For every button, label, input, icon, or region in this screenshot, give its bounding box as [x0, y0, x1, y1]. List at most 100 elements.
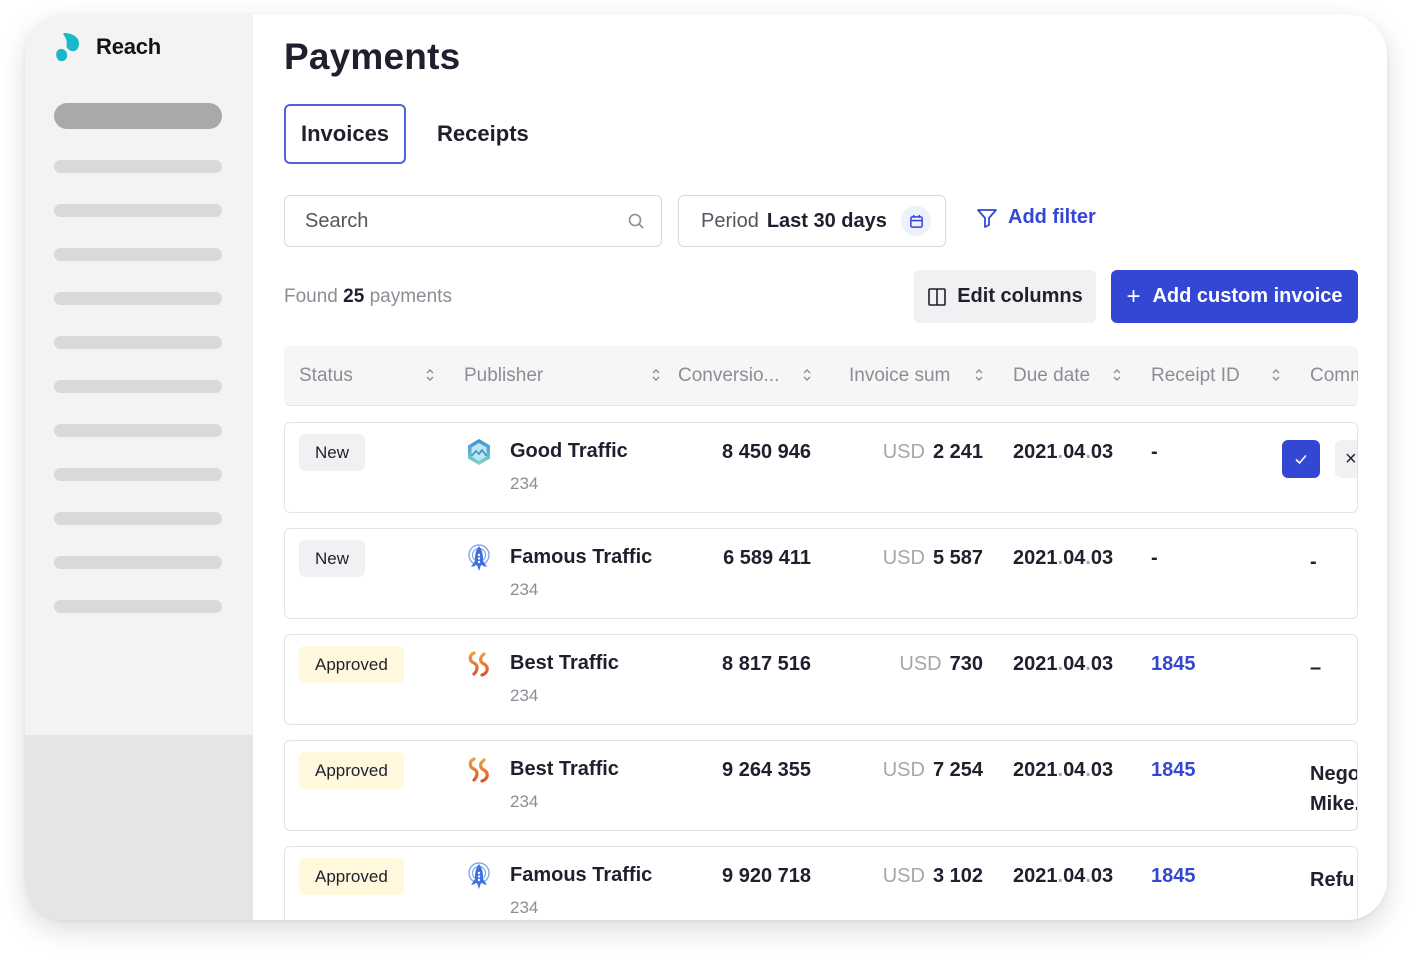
calendar-button[interactable] [901, 206, 931, 236]
sort-icon[interactable] [1111, 367, 1123, 383]
column-header-invoice-sum[interactable]: Invoice sum [849, 346, 950, 405]
sidebar-footer [25, 735, 253, 920]
search-input[interactable] [305, 209, 627, 233]
currency: USD [882, 547, 925, 569]
sort-icon[interactable] [1270, 367, 1282, 383]
due-month: 04 [1063, 759, 1086, 781]
comment: - [1310, 551, 1317, 573]
sort-icon[interactable] [424, 367, 436, 383]
sidebar-item[interactable] [54, 380, 222, 393]
table-row[interactable]: Approved Best Traffic 234 8 817 516 USD 7… [284, 634, 1358, 725]
sidebar-item[interactable] [54, 292, 222, 305]
due-year: 2021 [1013, 759, 1058, 781]
sidebar-item[interactable] [54, 204, 222, 217]
due-year: 2021 [1013, 547, 1058, 569]
receipt-id-link[interactable]: 1845 [1151, 865, 1196, 888]
invoice-sum: USD 2 241 [883, 441, 983, 464]
due-date: 2021.04.03 [1013, 441, 1114, 463]
comment-line-1: Nego [1310, 763, 1358, 785]
mountain-hexagon-icon [468, 439, 490, 465]
found-suffix: payments [369, 286, 452, 307]
search-field[interactable] [284, 195, 662, 247]
due-year: 2021 [1013, 653, 1058, 675]
check-icon [1295, 454, 1307, 465]
table-row[interactable]: Approved Famous Traffic 234 9 920 718 US… [284, 846, 1358, 920]
publisher-id: 234 [510, 474, 539, 493]
sidebar-item[interactable] [54, 512, 222, 525]
logo[interactable]: Reach [54, 31, 161, 63]
amount: 5 587 [932, 547, 983, 569]
due-date: 2021.04.03 [1013, 865, 1114, 887]
approve-button[interactable] [1282, 440, 1320, 478]
tab-bar: Invoices Receipts [284, 104, 546, 164]
due-day: 03 [1090, 759, 1114, 781]
sidebar-item[interactable] [54, 248, 222, 261]
currency: USD [882, 759, 925, 781]
tab-receipts[interactable]: Receipts [420, 104, 546, 164]
sidebar-item[interactable] [54, 600, 222, 613]
sidebar-item[interactable] [54, 468, 222, 481]
sidebar-item[interactable] [54, 160, 222, 173]
conversions-value: 8 817 516 [722, 653, 811, 675]
sort-icon[interactable] [650, 367, 662, 383]
conversions-value: 9 264 355 [722, 759, 811, 781]
column-header-comment[interactable]: Comm [1310, 346, 1358, 405]
sort-icon[interactable] [973, 367, 985, 383]
tab-invoices[interactable]: Invoices [284, 104, 407, 164]
table-row[interactable]: Approved Best Traffic 234 9 264 355 USD 7… [284, 740, 1358, 831]
comment: Refu [1310, 869, 1355, 891]
sidebar: Reach [25, 14, 253, 920]
column-header-conversions[interactable]: Conversio... [678, 346, 779, 405]
amount: 7 254 [932, 759, 983, 781]
publisher-id: 234 [510, 792, 539, 811]
found-count: 25 [343, 286, 365, 307]
app-window: Reach Payments Invoices Receipts Period [25, 14, 1387, 920]
column-header-receipt-id[interactable]: Receipt ID [1151, 346, 1240, 405]
reject-button[interactable]: × [1335, 440, 1357, 478]
add-custom-invoice-button[interactable]: + Add custom invoice [1111, 270, 1358, 323]
invoice-sum: USD 7 254 [883, 759, 983, 782]
invoice-sum: USD 3 102 [883, 865, 983, 888]
add-filter-label: Add filter [1008, 206, 1096, 228]
sort-icon[interactable] [801, 367, 813, 383]
publisher-id: 234 [510, 898, 539, 917]
due-day: 03 [1090, 865, 1114, 887]
conversions-value: 9 920 718 [722, 865, 811, 887]
column-header-publisher[interactable]: Publisher [464, 346, 543, 405]
add-filter-button[interactable]: Add filter [976, 206, 1096, 229]
publisher-name[interactable]: Famous Traffic [510, 546, 652, 569]
sidebar-item[interactable] [54, 424, 222, 437]
due-month: 04 [1063, 653, 1086, 675]
publisher-name[interactable]: Good Traffic [510, 440, 628, 463]
publisher-name[interactable]: Best Traffic [510, 758, 619, 781]
filter-icon [977, 208, 997, 228]
table-row[interactable]: New Good Traffic 234 8 450 946 USD 2 241 … [284, 422, 1358, 513]
table-row[interactable]: New Famous Traffic 234 6 589 411 USD 5 58… [284, 528, 1358, 619]
amount: 3 102 [932, 865, 983, 887]
invoice-sum: USD 5 587 [883, 547, 983, 570]
table-header: Status Publisher Conversio... Invoice su… [284, 346, 1358, 406]
period-select[interactable]: Period Last 30 days [678, 195, 946, 247]
publisher-name[interactable]: Famous Traffic [510, 864, 652, 887]
due-year: 2021 [1013, 865, 1058, 887]
plus-icon: + [1126, 282, 1141, 310]
due-date: 2021.04.03 [1013, 653, 1114, 675]
publisher-name[interactable]: Best Traffic [510, 652, 619, 675]
edit-columns-label: Edit columns [957, 285, 1083, 307]
rocket-icon [468, 862, 490, 889]
column-header-due-date[interactable]: Due date [1013, 346, 1090, 405]
sidebar-item[interactable] [54, 336, 222, 349]
edit-columns-button[interactable]: Edit columns [914, 270, 1096, 323]
receipt-id-link[interactable]: 1845 [1151, 653, 1196, 676]
sidebar-item-active[interactable] [54, 103, 222, 129]
sidebar-item[interactable] [54, 556, 222, 569]
status-badge: Approved [299, 752, 404, 789]
comment-line-2: Mike. [1310, 793, 1358, 815]
column-header-status[interactable]: Status [299, 346, 353, 405]
period-label: Period [701, 209, 759, 232]
receipt-id: - [1151, 547, 1158, 569]
currency: USD [882, 865, 925, 887]
receipt-id-link[interactable]: 1845 [1151, 759, 1196, 782]
app-name: Reach [96, 34, 162, 59]
amount: 2 241 [932, 441, 983, 463]
